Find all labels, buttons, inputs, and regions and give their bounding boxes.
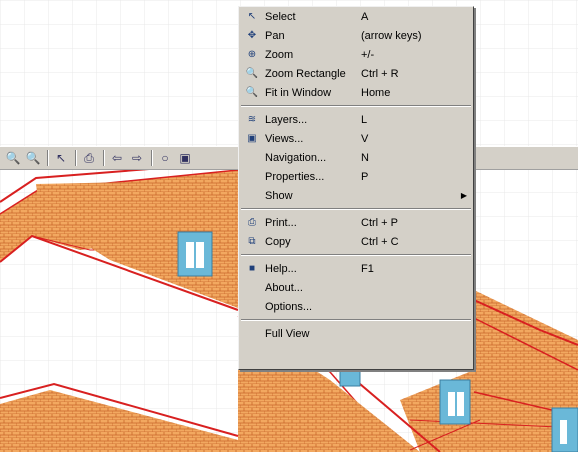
menu-item-label: Help... (265, 262, 297, 275)
zoom-rectangle-icon: 🔍 (25, 151, 41, 165)
toolbar-separator (103, 150, 105, 166)
forward-tool-button[interactable]: ⇨ (128, 149, 146, 167)
menu-separator (241, 254, 471, 256)
menu-item-shortcut: N (361, 151, 369, 164)
zoom-rectangle-icon: 🔍 (245, 68, 259, 79)
layers-icon: ≋ (247, 114, 257, 125)
menu-item-print[interactable]: ⎙ Print... Ctrl + P (239, 213, 473, 232)
views-icon: ▣ (247, 133, 257, 144)
menu-item-shortcut: L (361, 113, 368, 126)
menu-item-label: Properties... (265, 170, 325, 183)
menu-item-select[interactable]: ↖ Select A (239, 7, 473, 26)
menu-item-shortcut: V (361, 132, 369, 145)
menu-item-shortcut: Ctrl + C (361, 235, 399, 248)
menu-item-label: Zoom (265, 48, 294, 61)
stop-tool-button[interactable]: ○ (156, 149, 174, 167)
menu-item-zoom[interactable]: ⊕ Zoom +/- (239, 45, 473, 64)
menu-item-label: Pan (265, 29, 285, 42)
menu-item-shortcut: P (361, 170, 369, 183)
menu-item-full-view[interactable]: Full View (239, 324, 473, 343)
menu-item-label: Views... (265, 132, 304, 145)
window-2 (439, 379, 471, 425)
menu-item-label: Print... (265, 216, 297, 229)
menu-item-help[interactable]: ■ Help... F1 (239, 259, 473, 278)
printer-icon: ⎙ (84, 150, 94, 165)
zoom-icon: ⊕ (247, 49, 257, 60)
menu-separator (241, 319, 471, 321)
menu-item-label: Copy (265, 235, 291, 248)
printer-icon: ⎙ (248, 217, 256, 228)
menu-item-pan[interactable]: ✥ Pan (arrow keys) (239, 26, 473, 45)
menu-item-label: About... (265, 281, 303, 294)
arrow-left-icon: ⇦ (111, 151, 123, 165)
menu-item-label: Navigation... (265, 151, 327, 164)
menu-item-fit-in-window[interactable]: 🔍 Fit in Window Home (239, 83, 473, 102)
menu-item-label: Zoom Rectangle (265, 67, 346, 80)
context-menu: ↖ Select A ✥ Pan (arrow keys) ⊕ Zoom +/- 🔍 Zoom Re… (238, 6, 474, 370)
cursor-icon: ↖ (247, 11, 257, 22)
menu-item-copy[interactable]: ⧉ Copy Ctrl + C (239, 232, 473, 251)
menu-item-properties[interactable]: Properties... P (239, 167, 473, 186)
toolbar-separator (75, 150, 77, 166)
menu-item-views[interactable]: ▣ Views... V (239, 129, 473, 148)
help-icon: ■ (248, 263, 256, 274)
arrow-right-icon: ⇨ (131, 151, 143, 165)
zoom-in-tool-button[interactable]: 🔍 (4, 149, 22, 167)
submenu-arrow-icon: ▶ (460, 191, 467, 200)
menu-item-shortcut: A (361, 10, 369, 23)
menu-separator (241, 105, 471, 107)
menu-item-shortcut: Home (361, 86, 391, 99)
menu-item-label: Layers... (265, 113, 308, 126)
view-tool-button[interactable]: ▣ (176, 149, 194, 167)
menu-item-label: Show (265, 189, 293, 202)
menu-item-shortcut: Ctrl + P (361, 216, 398, 229)
zoom-rect-tool-button[interactable]: 🔍 (24, 149, 42, 167)
copy-icon: ⧉ (248, 236, 256, 247)
menu-item-label: Fit in Window (265, 86, 332, 99)
menu-item-shortcut: Ctrl + R (361, 67, 399, 80)
toolbar-separator (47, 150, 49, 166)
print-tool-button[interactable]: ⎙ (80, 149, 98, 167)
view-icon: ▣ (179, 151, 191, 165)
menu-item-options[interactable]: Options... (239, 297, 473, 316)
select-tool-button[interactable]: ↖ (52, 149, 70, 167)
menu-item-zoom-rectangle[interactable]: 🔍 Zoom Rectangle Ctrl + R (239, 64, 473, 83)
menu-item-label: Full View (265, 327, 310, 340)
menu-separator (241, 208, 471, 210)
menu-item-shortcut: +/- (361, 48, 375, 61)
cursor-icon: ↖ (55, 151, 67, 165)
fit-window-icon: 🔍 (245, 87, 259, 98)
zoom-in-icon: 🔍 (5, 151, 21, 165)
menu-item-layers[interactable]: ≋ Layers... L (239, 110, 473, 129)
circle-icon: ○ (161, 151, 169, 165)
toolbar-separator (151, 150, 153, 166)
window-3 (551, 407, 578, 452)
menu-item-label: Options... (265, 300, 313, 313)
window-1 (177, 231, 213, 277)
menu-item-navigation[interactable]: Navigation... N (239, 148, 473, 167)
back-tool-button[interactable]: ⇦ (108, 149, 126, 167)
menu-item-show[interactable]: Show ▶ (239, 186, 473, 205)
menu-item-shortcut: F1 (361, 262, 374, 275)
pan-icon: ✥ (247, 30, 257, 41)
menu-item-shortcut: (arrow keys) (361, 29, 422, 42)
menu-item-about[interactable]: About... (239, 278, 473, 297)
menu-item-label: Select (265, 10, 296, 23)
